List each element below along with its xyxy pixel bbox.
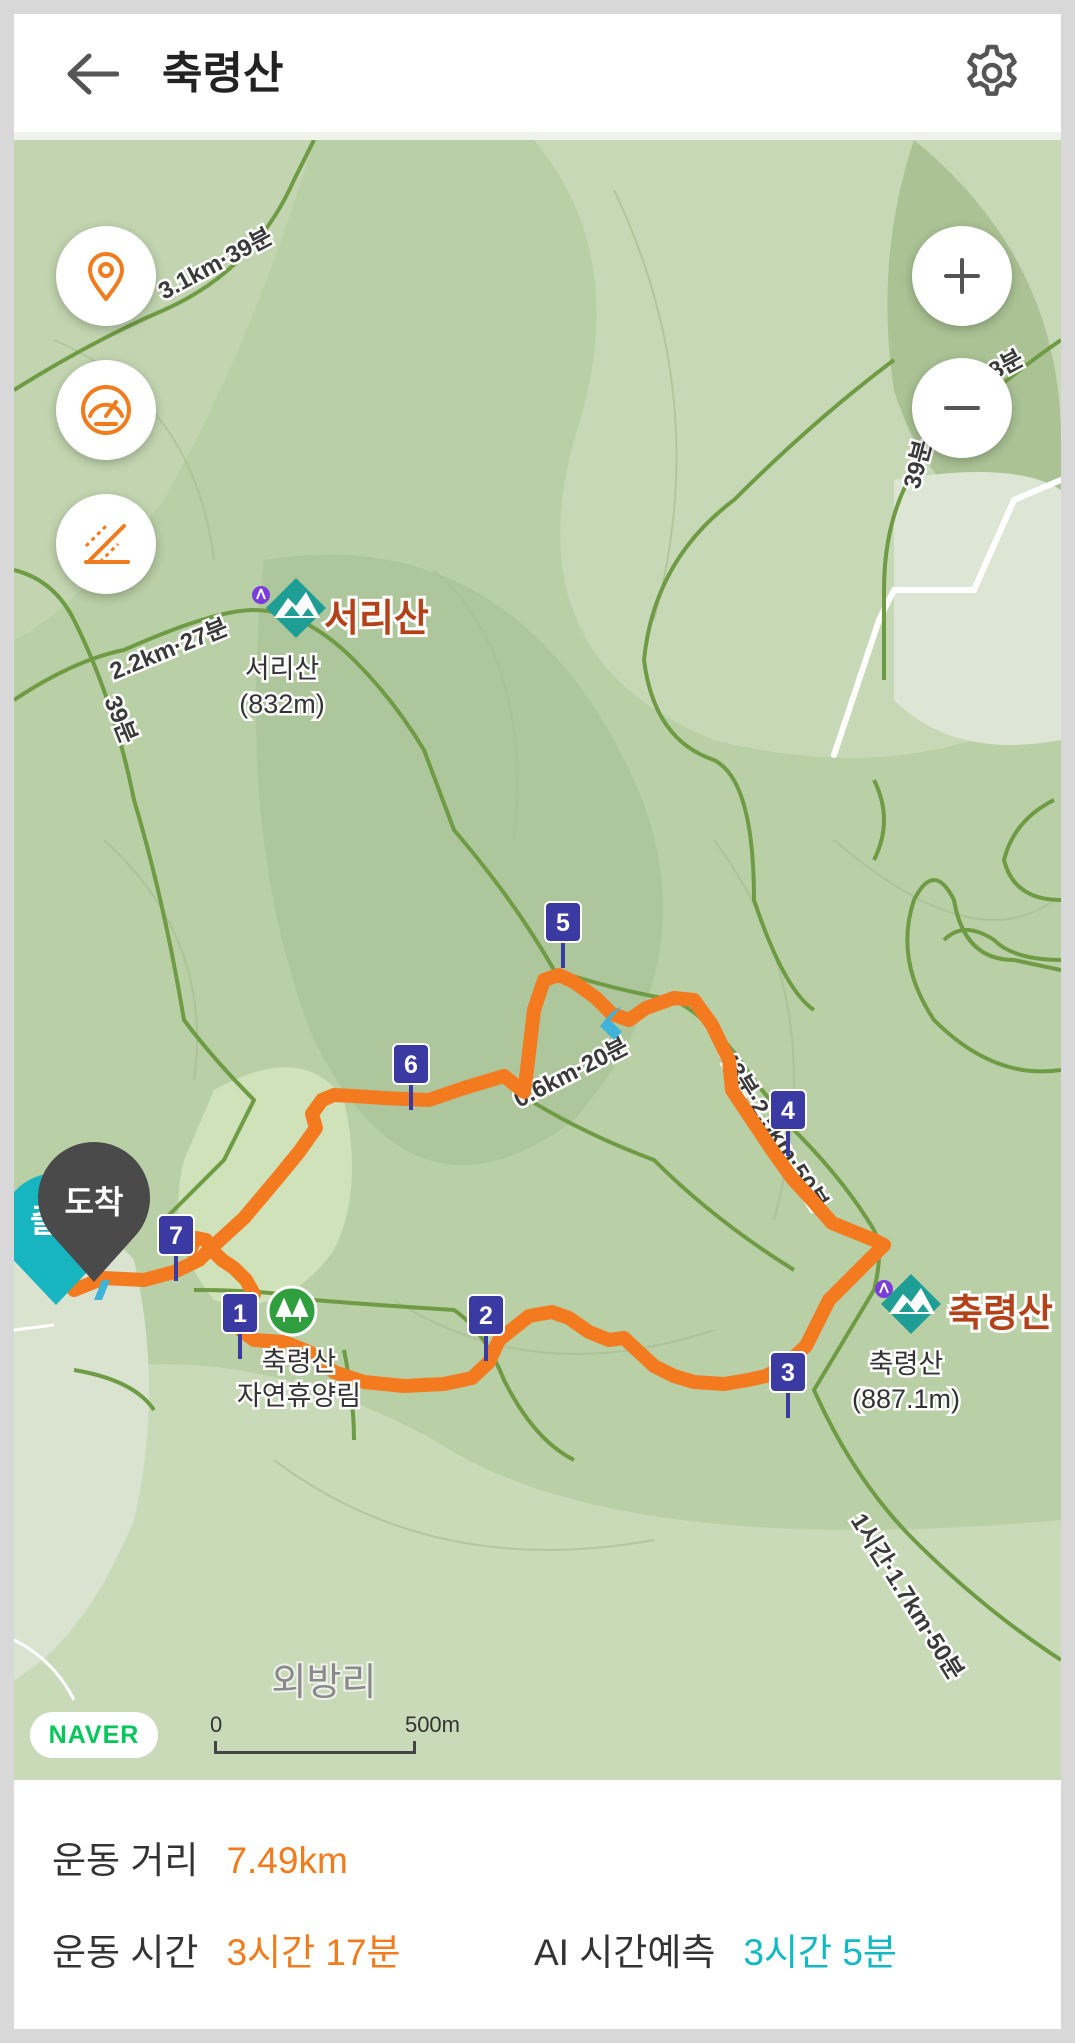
waypoint-number: 3 — [781, 1359, 795, 1387]
peak-height: (832m) — [239, 689, 325, 719]
peak-name-label: 축령산 — [948, 1293, 1053, 1335]
scale-end-label: 500m — [404, 1712, 460, 1737]
peak-height: (887.1m) — [852, 1384, 960, 1414]
scale-bar — [214, 1741, 416, 1754]
waypoint-number: 6 — [404, 1051, 418, 1079]
summit-flag-icon — [252, 586, 270, 604]
peak-label: 축령산 — [869, 1349, 944, 1379]
map-canvas: 3.1km·39분 8분 39분 2.2km·27분 39분 0.6km·20분… — [14, 140, 1061, 1780]
minus-icon — [944, 406, 980, 410]
forest-label-line1: 축령산 — [262, 1347, 337, 1377]
page-title: 축령산 — [162, 49, 284, 98]
time-value: 3시간 17분 — [226, 1932, 401, 1973]
waypoint-number: 1 — [233, 1300, 247, 1328]
settings-button[interactable] — [959, 40, 1025, 106]
tree-icon — [266, 1285, 318, 1337]
ai-prediction-value: 3시간 5분 — [743, 1932, 897, 1973]
waypoint-number: 4 — [781, 1097, 795, 1125]
zoom-out-button[interactable] — [912, 358, 1012, 458]
arrow-left-icon — [67, 53, 119, 95]
peak-label: 서리산 — [245, 654, 320, 684]
time-stat: 운동 시간 3시간 17분 — [52, 1922, 401, 1976]
stats-panel: 운동 거리 7.49km 운동 시간 3시간 17분 AI 시간예측 3시간 5… — [14, 1780, 1061, 2029]
trail-map[interactable]: 3.1km·39분 8분 39분 2.2km·27분 39분 0.6km·20분… — [14, 140, 1061, 1780]
distance-value: 7.49km — [226, 1840, 348, 1881]
distance-stat: 운동 거리 7.49km — [52, 1830, 348, 1884]
waypoint-number: 5 — [556, 909, 570, 937]
back-button[interactable] — [60, 42, 124, 106]
speedometer-button[interactable] — [56, 360, 156, 460]
speedometer-icon — [81, 385, 131, 435]
plus-icon — [944, 258, 980, 294]
peak-name-label: 서리산 — [324, 598, 429, 640]
location-pin-icon — [88, 252, 124, 301]
place-label: 외방리 — [272, 1662, 377, 1704]
ai-prediction-label: AI 시간예측 — [534, 1932, 716, 1973]
ai-prediction-stat: AI 시간예측 3시간 5분 — [534, 1922, 897, 1976]
map-scale: 0 500m — [210, 1712, 460, 1760]
scale-start-label: 0 — [210, 1712, 223, 1737]
arrival-label: 도착 — [65, 1184, 124, 1220]
waypoint-number: 2 — [479, 1302, 493, 1330]
gear-icon — [967, 44, 1017, 96]
header: 축령산 — [14, 14, 1061, 140]
slope-icon — [84, 524, 130, 564]
naver-logo: NAVER — [30, 1712, 158, 1758]
slope-button[interactable] — [56, 494, 156, 594]
time-label: 운동 시간 — [52, 1932, 199, 1973]
zoom-in-button[interactable] — [912, 226, 1012, 326]
forest-label-line2: 자연휴양림 — [237, 1381, 361, 1411]
waypoint-number: 7 — [169, 1222, 183, 1250]
village-area — [894, 472, 1061, 745]
distance-label: 운동 거리 — [52, 1840, 199, 1881]
location-button[interactable] — [56, 226, 156, 326]
app-frame: 축령산 3.1km·39분 8분 39분 2.2km·27분 39분 0.6km… — [14, 14, 1061, 2029]
